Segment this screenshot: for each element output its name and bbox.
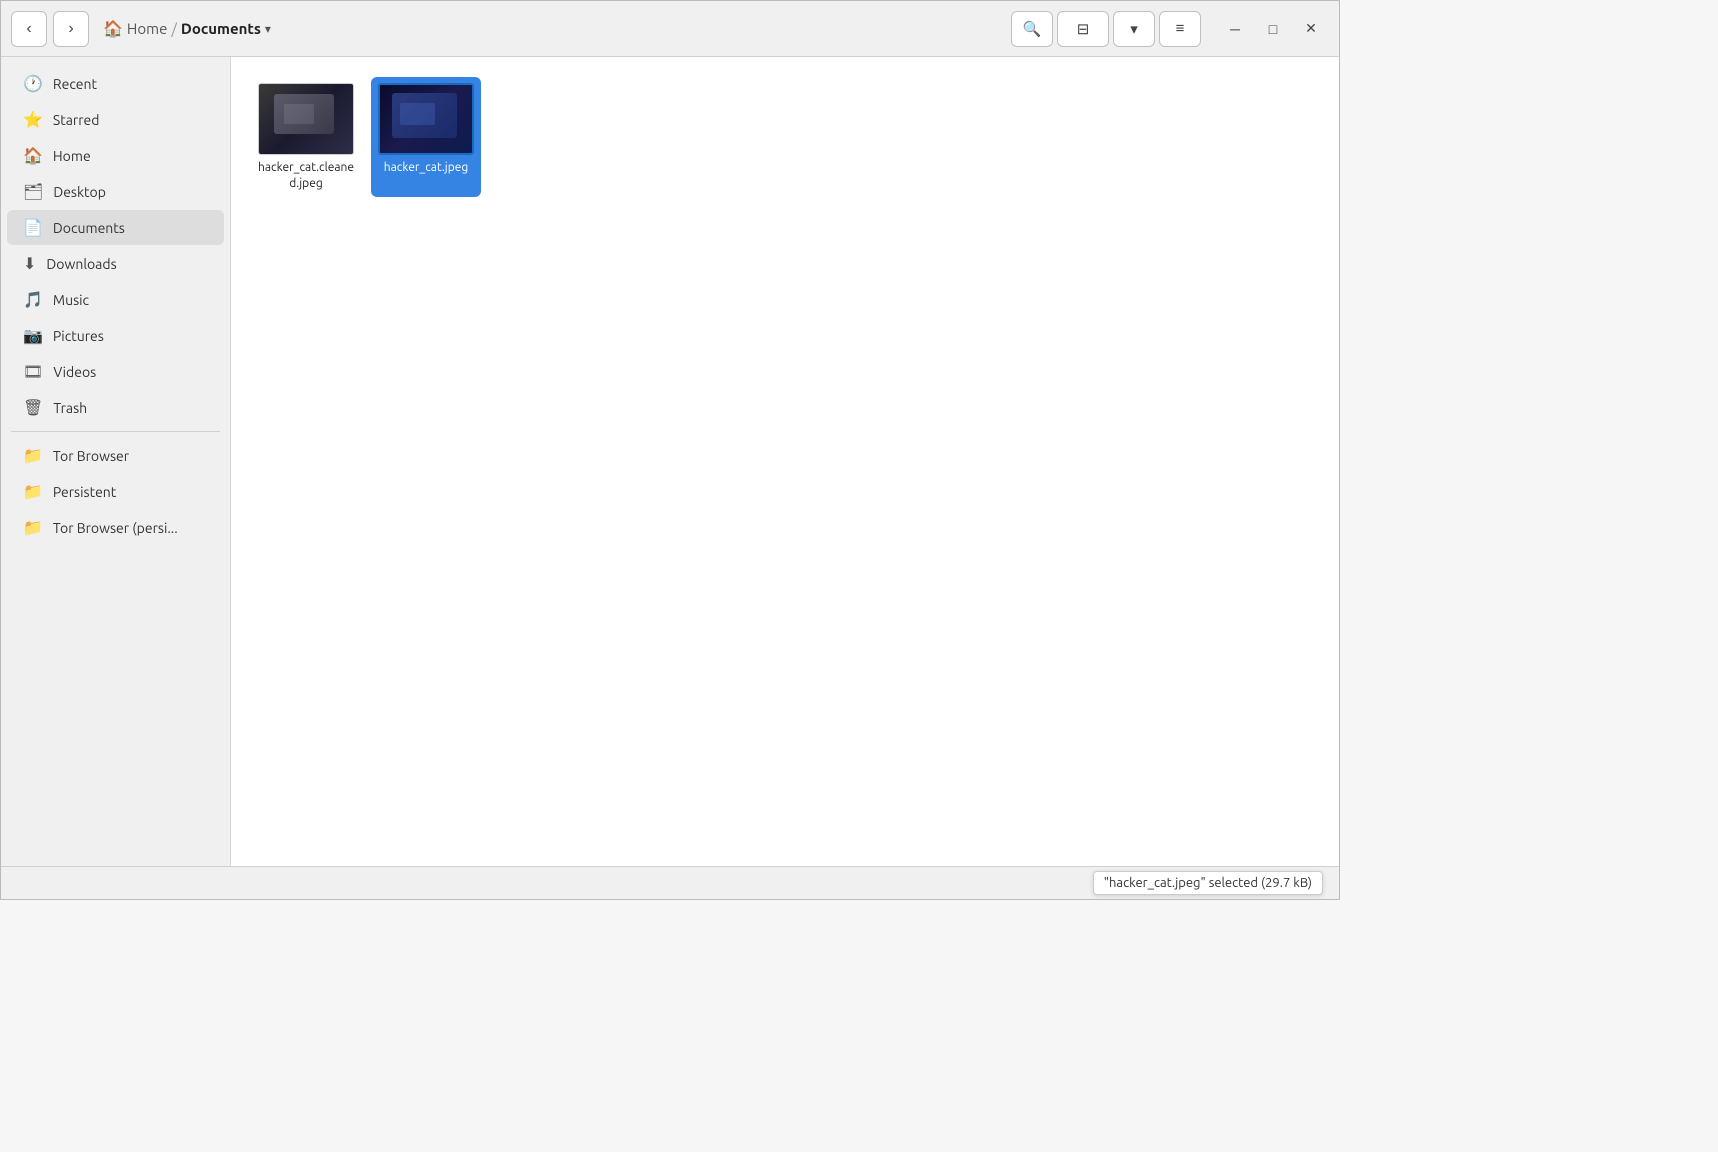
- sort-button[interactable]: ▾: [1113, 11, 1155, 47]
- sidebar-label-tor-browser-persi: Tor Browser (persi...: [53, 520, 178, 536]
- breadcrumb-dropdown-arrow[interactable]: ▾: [265, 22, 271, 36]
- sidebar-item-persistent[interactable]: 📁 Persistent: [7, 474, 224, 509]
- videos-icon: 🎞: [23, 362, 43, 381]
- sidebar-item-trash[interactable]: 🗑 Trash: [7, 390, 224, 425]
- search-button[interactable]: 🔍: [1011, 11, 1053, 47]
- starred-icon: ⭐: [23, 110, 43, 129]
- sidebar-label-trash: Trash: [53, 400, 87, 416]
- sidebar: 🕐 Recent ⭐ Starred 🏠 Home 🗂 Desktop 📄 Documents ⬇ D…: [1, 57, 231, 866]
- downloads-icon: ⬇: [23, 254, 36, 273]
- file-label-hacker_cat_cleaned: hacker_cat.cleaned.jpeg: [257, 160, 355, 191]
- list-view-button[interactable]: ⊟: [1057, 11, 1109, 47]
- file-area[interactable]: hacker_cat.cleaned.jpeg hacker_cat.jpeg: [231, 57, 1339, 866]
- home-icon: 🏠: [23, 146, 43, 165]
- sidebar-label-recent: Recent: [53, 76, 97, 92]
- sidebar-item-downloads[interactable]: ⬇ Downloads: [7, 246, 224, 281]
- sidebar-item-documents[interactable]: 📄 Documents: [7, 210, 224, 245]
- close-icon: ✕: [1305, 20, 1317, 37]
- main-area: 🕐 Recent ⭐ Starred 🏠 Home 🗂 Desktop 📄 Documents ⬇ D…: [1, 57, 1339, 866]
- trash-icon: 🗑: [23, 398, 43, 417]
- home-icon: 🏠: [103, 19, 123, 38]
- sidebar-label-documents: Documents: [53, 220, 125, 236]
- sidebar-item-home[interactable]: 🏠 Home: [7, 138, 224, 173]
- sidebar-divider: [11, 431, 220, 432]
- toolbar: ‹ › 🏠 Home / Documents ▾ 🔍 ⊟ ▾ ≡ ─ □ ✕: [1, 1, 1339, 57]
- breadcrumb-separator: /: [171, 20, 177, 37]
- file-thumbnail-hacker_cat_cleaned: [258, 83, 354, 155]
- breadcrumb-current: Documents: [181, 20, 261, 37]
- sidebar-label-videos: Videos: [53, 364, 96, 380]
- menu-icon: ≡: [1176, 20, 1185, 37]
- minimize-button[interactable]: ─: [1217, 13, 1253, 45]
- tor-browser-persi-icon: 📁: [23, 518, 43, 537]
- persistent-icon: 📁: [23, 482, 43, 501]
- breadcrumb-home[interactable]: Home: [127, 20, 167, 37]
- file-item-hacker_cat_cleaned[interactable]: hacker_cat.cleaned.jpeg: [251, 77, 361, 197]
- file-item-hacker_cat[interactable]: hacker_cat.jpeg: [371, 77, 481, 197]
- tor-browser-icon: 📁: [23, 446, 43, 465]
- maximize-icon: □: [1269, 21, 1277, 37]
- sidebar-item-desktop[interactable]: 🗂 Desktop: [7, 174, 224, 209]
- sidebar-item-recent[interactable]: 🕐 Recent: [7, 66, 224, 101]
- sidebar-label-persistent: Persistent: [53, 484, 116, 500]
- sidebar-item-videos[interactable]: 🎞 Videos: [7, 354, 224, 389]
- forward-icon: ›: [68, 20, 73, 38]
- status-text: "hacker_cat.jpeg" selected (29.7 kB): [1093, 871, 1323, 895]
- documents-icon: 📄: [23, 218, 43, 237]
- sidebar-label-tor-browser: Tor Browser: [53, 448, 129, 464]
- back-button[interactable]: ‹: [11, 11, 47, 47]
- forward-button[interactable]: ›: [53, 11, 89, 47]
- breadcrumb: 🏠 Home / Documents ▾: [103, 19, 1005, 38]
- toolbar-right: 🔍 ⊟ ▾ ≡: [1011, 11, 1201, 47]
- window-controls: ─ □ ✕: [1217, 13, 1329, 45]
- pictures-icon: 📷: [23, 326, 43, 345]
- statusbar: "hacker_cat.jpeg" selected (29.7 kB): [1, 866, 1339, 899]
- maximize-button[interactable]: □: [1255, 13, 1291, 45]
- sort-icon: ▾: [1130, 20, 1138, 38]
- close-button[interactable]: ✕: [1293, 13, 1329, 45]
- sidebar-item-tor-browser-persi[interactable]: 📁 Tor Browser (persi...: [7, 510, 224, 545]
- sidebar-label-downloads: Downloads: [46, 256, 116, 272]
- sidebar-label-pictures: Pictures: [53, 328, 104, 344]
- sidebar-label-starred: Starred: [53, 112, 100, 128]
- sidebar-label-music: Music: [53, 292, 89, 308]
- sidebar-item-music[interactable]: 🎵 Music: [7, 282, 224, 317]
- back-icon: ‹: [26, 20, 31, 38]
- recent-icon: 🕐: [23, 74, 43, 93]
- sidebar-label-desktop: Desktop: [53, 184, 106, 200]
- file-thumbnail-hacker_cat: [378, 83, 474, 155]
- minimize-icon: ─: [1230, 21, 1240, 37]
- sidebar-item-pictures[interactable]: 📷 Pictures: [7, 318, 224, 353]
- sidebar-item-starred[interactable]: ⭐ Starred: [7, 102, 224, 137]
- file-label-hacker_cat: hacker_cat.jpeg: [384, 160, 469, 176]
- search-icon: 🔍: [1023, 20, 1042, 38]
- menu-button[interactable]: ≡: [1159, 11, 1201, 47]
- list-view-icon: ⊟: [1077, 20, 1090, 38]
- music-icon: 🎵: [23, 290, 43, 309]
- sidebar-item-tor-browser[interactable]: 📁 Tor Browser: [7, 438, 224, 473]
- sidebar-label-home: Home: [53, 148, 91, 164]
- desktop-icon: 🗂: [23, 182, 43, 201]
